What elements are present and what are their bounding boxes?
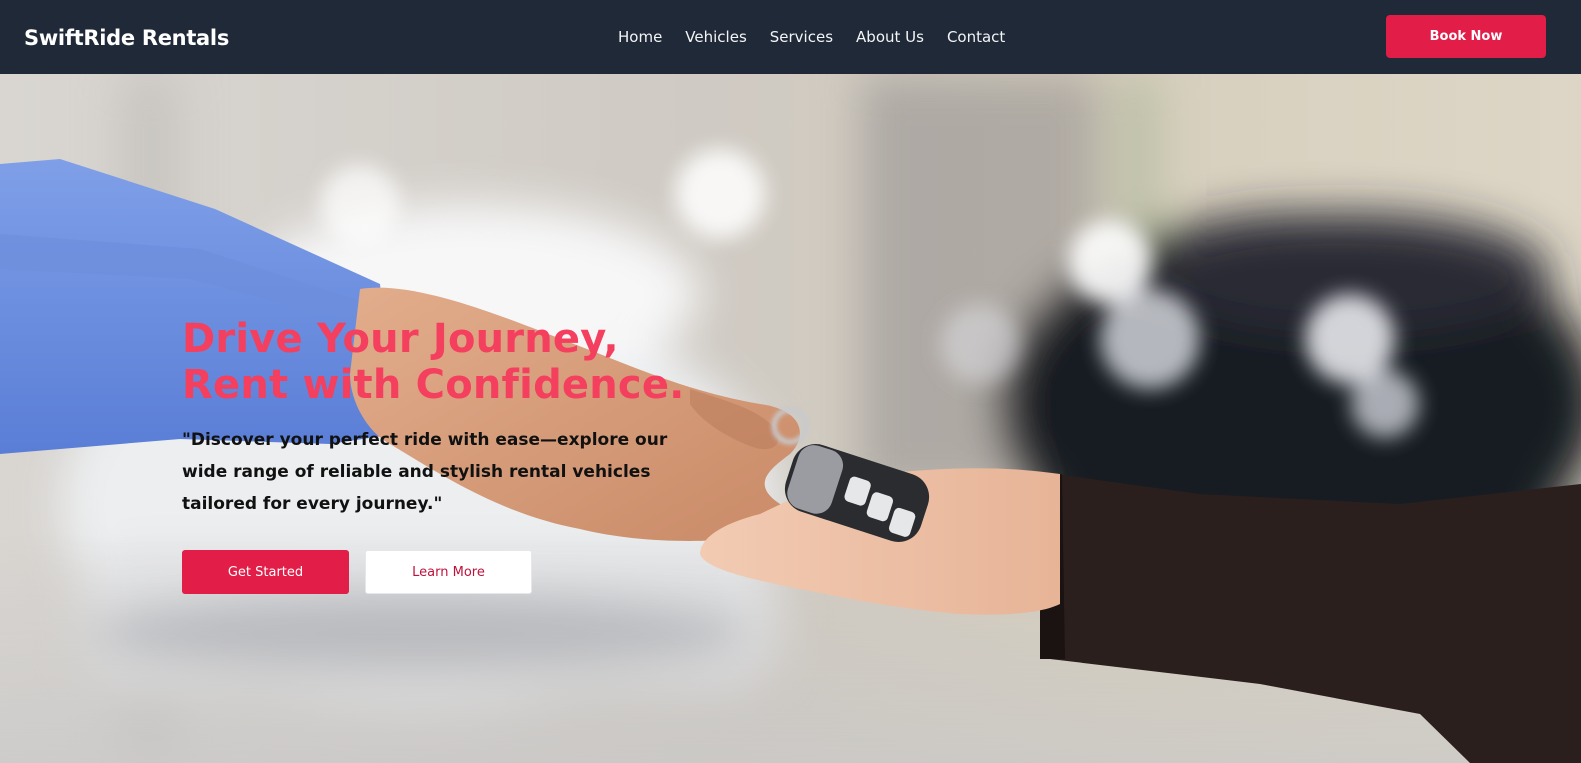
nav-link-about-us[interactable]: About Us <box>856 27 924 47</box>
hero-section: Drive Your Journey, Rent with Confidence… <box>0 74 1581 763</box>
nav-link-services[interactable]: Services <box>770 27 833 47</box>
get-started-button[interactable]: Get Started <box>182 550 349 594</box>
nav-link-vehicles[interactable]: Vehicles <box>685 27 746 47</box>
nav-link-contact[interactable]: Contact <box>947 27 1005 47</box>
hero-title: Drive Your Journey, Rent with Confidence… <box>182 316 685 408</box>
nav-link-home[interactable]: Home <box>618 27 662 47</box>
learn-more-button[interactable]: Learn More <box>365 550 532 594</box>
hero-description: "Discover your perfect ride with ease—ex… <box>182 430 668 514</box>
brand-logo[interactable]: SwiftRide Rentals <box>24 24 229 52</box>
hero-background-image <box>0 74 1581 763</box>
nav-links: Home Vehicles Services About Us Contact <box>618 27 1005 47</box>
navbar: SwiftRide Rentals Home Vehicles Services… <box>0 0 1581 74</box>
book-now-button[interactable]: Book Now <box>1386 15 1546 58</box>
